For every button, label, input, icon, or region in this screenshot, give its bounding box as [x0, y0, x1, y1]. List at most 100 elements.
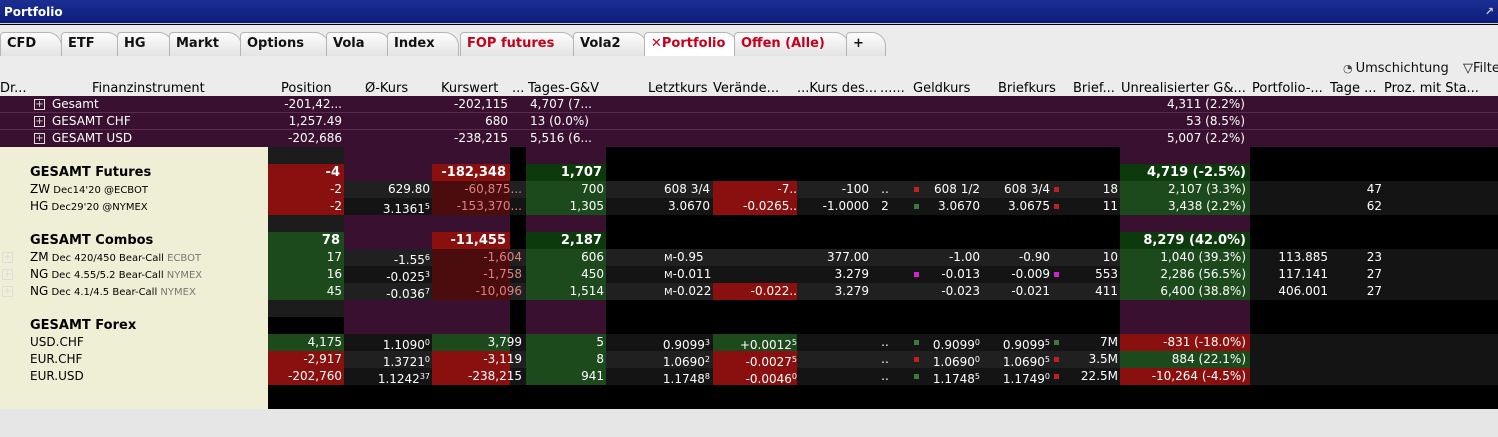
- column-header[interactable]: Unrealisierter G&...: [1121, 81, 1246, 96]
- table-row[interactable]: EUR.CHF -2,917 1.37210 -3,119 8 1.06902 -0.002…: [0, 351, 1498, 368]
- avg-price-cell: -0.0367: [386, 287, 430, 300]
- tick-indicator: [1054, 187, 1059, 192]
- close-icon[interactable]: ✕: [651, 36, 662, 51]
- daily-pnl-cell: 1,305: [569, 199, 604, 213]
- pct-cell: [1388, 266, 1488, 283]
- column-header[interactable]: Tage ...: [1330, 81, 1384, 96]
- daily-pnl-cell: 5: [596, 335, 604, 349]
- ask-price-cell: 0.90995: [1002, 338, 1050, 351]
- group-title: GESAMT Futures: [30, 165, 152, 180]
- tick-indicator: [1054, 374, 1059, 379]
- summary-row[interactable]: + GESAMT USD -202,686 -238,215 5,516 (6... 5,…: [0, 130, 1498, 147]
- position-cell: 16: [326, 267, 342, 281]
- tab-label: Offen (Alle): [741, 36, 825, 51]
- cell-background: [1250, 147, 1498, 164]
- extra-cell: [872, 283, 898, 300]
- position-cell: [268, 317, 340, 334]
- expand-icon[interactable]: +: [2, 252, 13, 263]
- days-cell: 47: [1366, 182, 1382, 196]
- column-header[interactable]: ...: [512, 81, 525, 96]
- pct-cell: [1388, 198, 1488, 215]
- ask-size-cell: 11: [1102, 199, 1118, 213]
- column-header[interactable]: Dr...: [0, 81, 30, 96]
- position-cell: 17: [326, 250, 342, 264]
- column-header[interactable]: Kurswert: [441, 81, 506, 96]
- table-row[interactable]: EUR.USD -202,760 1.124237 -238,215 941 1.1748…: [0, 368, 1498, 385]
- column-header[interactable]: Proz. mit Sta...: [1384, 81, 1498, 96]
- position-cell: 4,175: [307, 335, 342, 349]
- column-header[interactable]: Position: [281, 81, 336, 96]
- column-header[interactable]: Tages-G&V: [528, 81, 606, 96]
- tab-index[interactable]: Index: [387, 32, 459, 56]
- rebalance-button[interactable]: ◔ Umschichtung: [1343, 61, 1449, 76]
- bid-price-cell: 3.0670: [938, 199, 980, 213]
- filter-button[interactable]: ▽Filte: [1463, 61, 1498, 76]
- column-header[interactable]: Briefkurs: [998, 81, 1058, 96]
- group-row[interactable]: GESAMT Combos 78 -11,455 2,187 8,279 (42.0%): [0, 232, 1498, 249]
- tab-vola2[interactable]: Vola2: [573, 32, 647, 56]
- portfolio-grid: + Gesamt -201,42... -202,115 4,707 (7... 4,31…: [0, 96, 1498, 437]
- expand-icon[interactable]: +: [34, 116, 45, 127]
- instrument-name: Gesamt: [52, 97, 99, 111]
- column-header[interactable]: Letztkurs: [648, 81, 712, 96]
- table-row[interactable]: ZW Dec14'20 @ECBOT -2 629.80 -60,875... 700 6…: [0, 181, 1498, 198]
- cell-background: [344, 215, 432, 232]
- group-row[interactable]: GESAMT Forex: [0, 317, 1498, 334]
- position-cell: -2: [330, 199, 342, 213]
- change-cell: [713, 249, 797, 266]
- tab-etf[interactable]: ETF: [61, 32, 121, 56]
- summary-row[interactable]: + Gesamt -201,42... -202,115 4,707 (7... 4,31…: [0, 96, 1498, 113]
- expand-icon[interactable]: +: [34, 133, 45, 144]
- group-row[interactable]: GESAMT Futures -4 -182,348 1,707 4,719 (-2.5…: [0, 164, 1498, 181]
- last-price-cell: 0.90993: [662, 338, 710, 351]
- avg-price-cell: 629.80: [388, 182, 430, 196]
- pin-icon[interactable]: ↗: [1485, 5, 1494, 18]
- ask-size-cell: 3.5M: [1088, 352, 1118, 366]
- table-row[interactable]: + NG Dec 4.1/4.5 Bear-Call NYMEX 45 -0.0367…: [0, 283, 1498, 300]
- column-header[interactable]: Brief...: [1073, 81, 1119, 96]
- tab-[interactable]: +: [846, 32, 886, 56]
- market-value-cell: -3,119: [483, 352, 522, 366]
- tab-options[interactable]: Options: [240, 32, 329, 56]
- change-cell: +0.00125: [739, 338, 797, 351]
- tab-cfd[interactable]: CFD: [0, 32, 62, 56]
- expand-icon[interactable]: +: [34, 99, 45, 110]
- table-row[interactable]: HG Dec29'20 @NYMEX -2 3.13615 -153,370... 1,…: [0, 198, 1498, 215]
- tab-portfolio[interactable]: ✕Portfolio: [644, 32, 738, 56]
- portfolio-cell: [1252, 334, 1328, 351]
- table-row[interactable]: + ZM Dec 420/450 Bear-Call ECBOT 17 -1.556 -…: [0, 249, 1498, 266]
- tab-fop-futures[interactable]: FOP futures: [460, 32, 576, 56]
- instrument-name: USD.CHF: [30, 335, 84, 349]
- market-value-cell: 3,799: [487, 335, 522, 349]
- tab-label: HG: [124, 36, 146, 51]
- column-header[interactable]: Finanzinstrument: [92, 81, 212, 96]
- column-header[interactable]: Ø-Kurs: [365, 81, 425, 96]
- tab-label: ETF: [68, 36, 95, 51]
- tab-hg[interactable]: HG: [117, 32, 173, 56]
- column-header[interactable]: Verände...: [713, 81, 796, 96]
- extra-cell: ..: [881, 335, 889, 349]
- column-header[interactable]: Portfolio-...: [1252, 81, 1328, 96]
- expand-icon[interactable]: +: [2, 286, 13, 297]
- tab-markt[interactable]: Markt: [169, 32, 242, 56]
- tab-vola[interactable]: Vola: [326, 32, 391, 56]
- days-cell: 62: [1366, 199, 1382, 213]
- column-header[interactable]: Geldkurs: [913, 81, 983, 96]
- funnel-icon: ▽: [1463, 61, 1473, 76]
- summary-row[interactable]: + GESAMT CHF 1,257.49 680 13 (0.0%) 53 (8.5%): [0, 113, 1498, 130]
- column-header[interactable]: ......: [880, 81, 905, 96]
- expand-icon[interactable]: +: [2, 269, 13, 280]
- instrument-name: EUR.USD: [30, 369, 84, 383]
- cell-background: [432, 215, 510, 232]
- cell-background: [526, 215, 606, 232]
- tick-indicator: [914, 357, 919, 362]
- instrument-name: HG Dec29'20 @NYMEX: [30, 199, 148, 213]
- tab-label: Index: [394, 36, 435, 51]
- column-header[interactable]: ...Kurs des...: [797, 81, 879, 96]
- cell-background: [432, 300, 510, 317]
- portfolio-cell: [1252, 181, 1328, 198]
- table-row[interactable]: + NG Dec 4.55/5.2 Bear-Call NYMEX 16 -0.025…: [0, 266, 1498, 283]
- tab-offen-alle[interactable]: Offen (Alle): [734, 32, 849, 56]
- table-row[interactable]: USD.CHF 4,175 1.10900 3,799 5 0.90993 +0.00125…: [0, 334, 1498, 351]
- instrument-name: GESAMT CHF: [52, 114, 131, 128]
